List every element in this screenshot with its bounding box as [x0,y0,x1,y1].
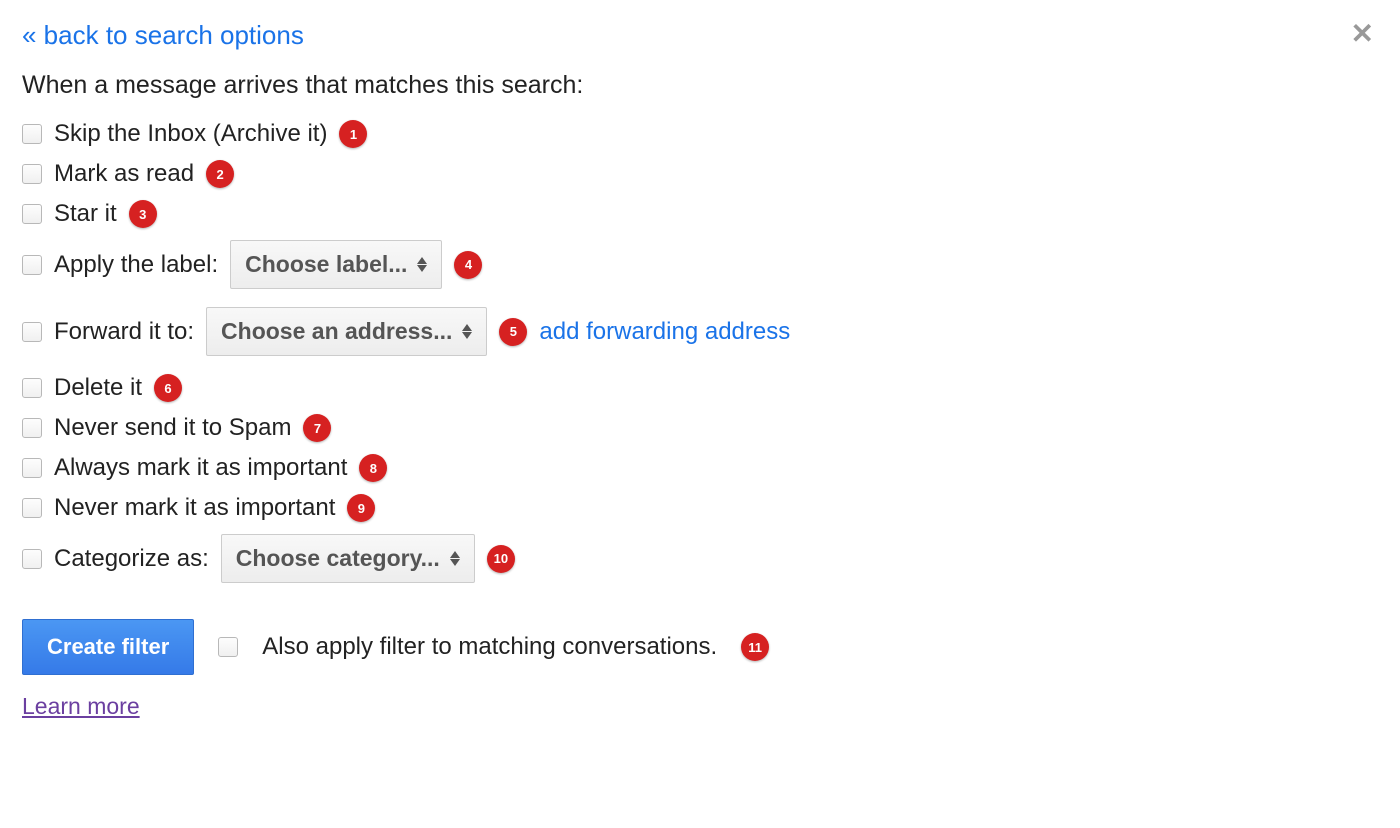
spinner-icon [462,324,472,339]
label-also-apply: Also apply filter to matching conversati… [262,633,717,661]
label-never-important: Never mark it as important [54,494,335,522]
select-choose-category[interactable]: Choose category... [221,534,475,583]
option-skip-inbox: Skip the Inbox (Archive it) 1 [22,120,1378,148]
label-skip-inbox: Skip the Inbox (Archive it) [54,120,327,148]
annotation-badge: 3 [129,200,157,228]
checkbox-categorize-as[interactable] [22,549,42,569]
spinner-icon [417,257,427,272]
select-choose-label[interactable]: Choose label... [230,240,442,289]
annotation-badge: 7 [303,414,331,442]
filter-heading: When a message arrives that matches this… [22,71,1378,100]
label-forward-to: Forward it to: [54,318,194,346]
label-apply-label: Apply the label: [54,251,218,279]
label-mark-read: Mark as read [54,160,194,188]
checkbox-mark-read[interactable] [22,164,42,184]
label-always-important: Always mark it as important [54,454,347,482]
spinner-icon [450,551,460,566]
label-never-spam: Never send it to Spam [54,414,291,442]
filter-action-row: Create filter Also apply filter to match… [22,619,1378,675]
create-filter-button[interactable]: Create filter [22,619,194,675]
checkbox-never-important[interactable] [22,498,42,518]
annotation-badge: 6 [154,374,182,402]
annotation-badge: 2 [206,160,234,188]
annotation-badge: 5 [499,318,527,346]
checkbox-also-apply[interactable] [218,637,238,657]
option-apply-label: Apply the label: Choose label... 4 [22,240,1378,289]
checkbox-skip-inbox[interactable] [22,124,42,144]
checkbox-always-important[interactable] [22,458,42,478]
close-icon[interactable]: ✕ [1347,20,1378,48]
learn-more-link[interactable]: Learn more [22,693,140,719]
option-never-important: Never mark it as important 9 [22,494,1378,522]
checkbox-apply-label[interactable] [22,255,42,275]
checkbox-star-it[interactable] [22,204,42,224]
option-star-it: Star it 3 [22,200,1378,228]
option-delete-it: Delete it 6 [22,374,1378,402]
option-never-spam: Never send it to Spam 7 [22,414,1378,442]
checkbox-never-spam[interactable] [22,418,42,438]
select-choose-label-text: Choose label... [245,251,407,278]
option-mark-read: Mark as read 2 [22,160,1378,188]
select-choose-category-text: Choose category... [236,545,440,572]
checkbox-delete-it[interactable] [22,378,42,398]
option-forward-to: Forward it to: Choose an address... 5 ad… [22,307,1378,356]
annotation-badge: 11 [741,633,769,661]
checkbox-forward-to[interactable] [22,322,42,342]
label-delete-it: Delete it [54,374,142,402]
select-choose-address[interactable]: Choose an address... [206,307,487,356]
back-to-search-link[interactable]: « back to search options [22,20,304,51]
option-always-important: Always mark it as important 8 [22,454,1378,482]
label-categorize-as: Categorize as: [54,545,209,573]
annotation-badge: 10 [487,545,515,573]
select-choose-address-text: Choose an address... [221,318,452,345]
annotation-badge: 4 [454,251,482,279]
annotation-badge: 9 [347,494,375,522]
annotation-badge: 1 [339,120,367,148]
label-star-it: Star it [54,200,117,228]
annotation-badge: 8 [359,454,387,482]
add-forwarding-address-link[interactable]: add forwarding address [539,318,790,346]
option-categorize-as: Categorize as: Choose category... 10 [22,534,1378,583]
